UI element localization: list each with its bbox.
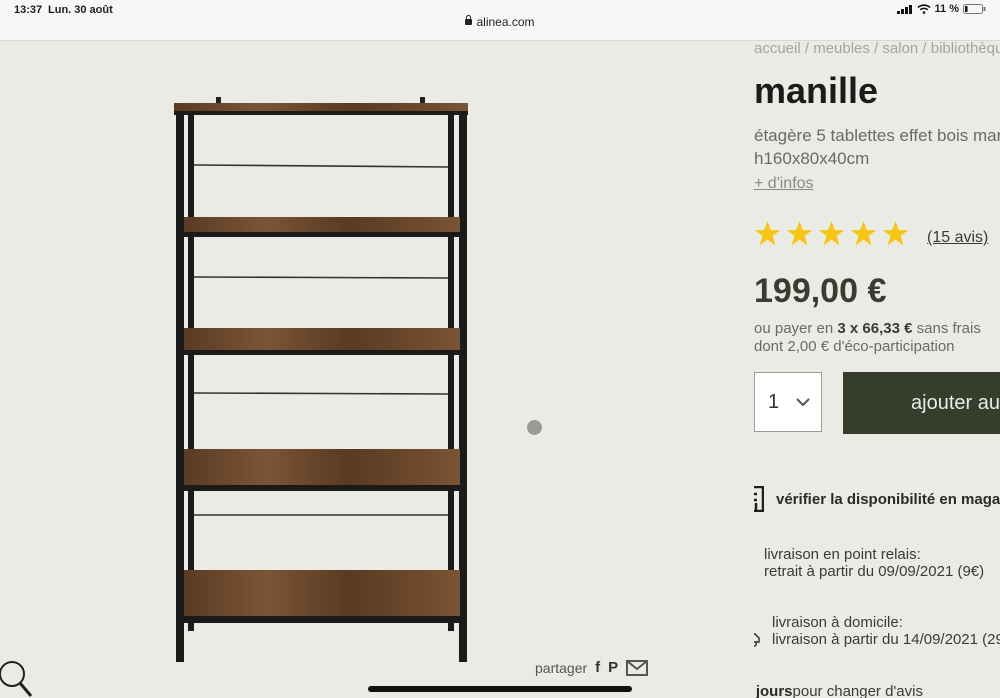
returns-bold: 30 jours bbox=[754, 683, 793, 698]
product-info-panel: accueil / meubles / salon / bibliothèque… bbox=[754, 40, 1000, 698]
chevron-down-icon bbox=[796, 398, 810, 407]
eco-participation: dont 2,00 € d'éco-participation bbox=[754, 338, 955, 355]
url-text: alinea.com bbox=[476, 15, 535, 29]
battery-icon bbox=[963, 4, 986, 14]
home-delivery-detail: livraison à partir du 14/09/2021 (29€) bbox=[772, 631, 1000, 648]
pinterest-icon[interactable]: P bbox=[608, 659, 618, 676]
returns-text: pour changer d'avis bbox=[792, 683, 923, 698]
battery-text: 11 % bbox=[934, 3, 959, 15]
rating-stars[interactable] bbox=[754, 220, 909, 247]
product-price: 199,00 € bbox=[754, 272, 887, 310]
home-delivery-row: livraison à domicile: livraison à partir… bbox=[754, 614, 1000, 648]
breadcrumb[interactable]: accueil / meubles / salon / bibliothèque… bbox=[754, 40, 1000, 57]
status-right: 11 % bbox=[896, 3, 986, 15]
product-image-shelf[interactable] bbox=[170, 95, 475, 665]
zoom-icon[interactable] bbox=[0, 660, 34, 698]
home-delivery-title: livraison à domicile: bbox=[772, 614, 903, 631]
quantity-value: 1 bbox=[768, 390, 780, 413]
availability-row[interactable]: vérifier la disponibilité en magasin bbox=[754, 486, 1000, 512]
share-label: partager bbox=[535, 659, 588, 676]
star-icon bbox=[754, 221, 781, 246]
quantity-select[interactable]: 1 bbox=[754, 372, 822, 432]
returns-row: 30 jours pour changer d'avis bbox=[754, 683, 923, 698]
truck-icon bbox=[754, 633, 760, 647]
installment-suffix: sans frais bbox=[912, 320, 981, 337]
installment-amount: 3 x 66,33 € bbox=[837, 320, 913, 337]
reviews-link[interactable]: (15 avis) bbox=[927, 229, 988, 247]
add-to-cart-button[interactable]: ajouter au panier bbox=[843, 372, 1000, 434]
product-title: manille bbox=[754, 70, 879, 111]
signal-icon bbox=[896, 4, 912, 14]
share-bar: partager f P bbox=[535, 659, 649, 676]
availability-label: vérifier la disponibilité en magasin bbox=[776, 491, 1000, 508]
star-icon bbox=[786, 221, 813, 246]
mail-icon[interactable] bbox=[626, 659, 649, 676]
product-description: étagère 5 tablettes effet bois marron h1… bbox=[754, 126, 1000, 168]
star-icon bbox=[882, 221, 909, 246]
relay-detail: retrait à partir du 09/09/2021 (9€) bbox=[764, 563, 985, 580]
star-icon bbox=[850, 221, 877, 246]
carousel-dot[interactable] bbox=[527, 420, 542, 435]
address-bar[interactable]: alinea.com bbox=[0, 15, 1000, 29]
wifi-icon bbox=[916, 4, 931, 14]
installment-prefix: ou payer en bbox=[754, 320, 838, 337]
facebook-icon[interactable]: f bbox=[595, 659, 600, 676]
relay-delivery-row: livraison en point relais: retrait à par… bbox=[754, 546, 984, 580]
star-icon bbox=[818, 221, 845, 246]
relay-title: livraison en point relais: bbox=[764, 546, 921, 563]
home-indicator bbox=[368, 686, 632, 692]
status-bar: 13:37 Lun. 30 août alinea.com 11 % bbox=[0, 0, 1000, 41]
lock-icon bbox=[465, 15, 473, 25]
installment-info: ou payer en 3 x 66,33 € sans frais dont … bbox=[754, 320, 981, 356]
more-info-link[interactable]: + d'infos bbox=[754, 175, 814, 193]
store-icon bbox=[754, 486, 764, 512]
